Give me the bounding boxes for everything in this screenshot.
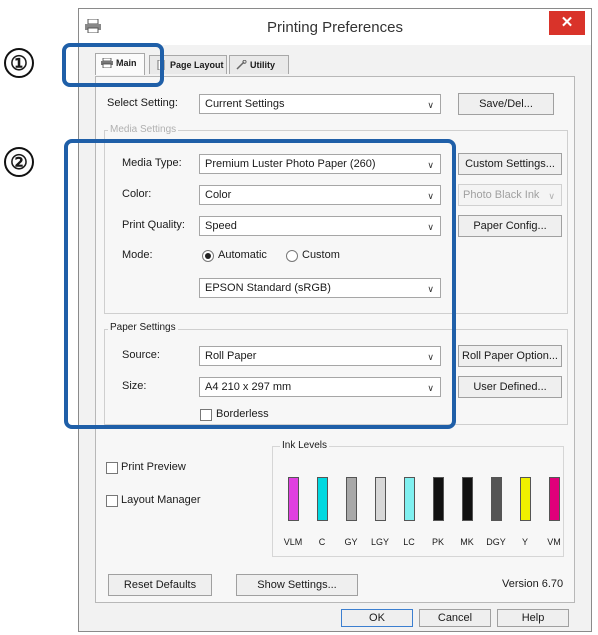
- ink-bar-c: [317, 477, 328, 521]
- cancel-button[interactable]: Cancel: [419, 609, 491, 627]
- window-title: Printing Preferences: [267, 19, 403, 36]
- version-text: Version 6.70: [502, 578, 564, 590]
- ink-bar-lgy: [375, 477, 386, 521]
- media-settings-label: Media Settings: [108, 124, 179, 135]
- show-settings-button[interactable]: Show Settings...: [236, 574, 358, 596]
- chevron-down-icon: ∨: [548, 191, 555, 201]
- print-preview-checkbox[interactable]: [106, 462, 118, 474]
- chevron-down-icon: ∨: [427, 100, 434, 110]
- ink-levels-title: Ink Levels: [280, 440, 330, 451]
- ink-label-vm: VM: [547, 537, 561, 547]
- ink-bar-y: [520, 477, 531, 521]
- title-bar: Printing Preferences ✕: [79, 9, 591, 45]
- select-setting-dropdown[interactable]: Current Settings ∨: [199, 94, 441, 114]
- paper-config-button[interactable]: Paper Config...: [458, 215, 562, 237]
- layout-manager-label: Layout Manager: [121, 494, 201, 506]
- ink-label-lgy: LGY: [370, 537, 389, 547]
- ok-button[interactable]: OK: [341, 609, 413, 627]
- layout-manager-checkbox[interactable]: [106, 495, 118, 507]
- tab-utility-label: Utility: [250, 60, 276, 70]
- ink-bar-lc: [404, 477, 415, 521]
- print-preview-label: Print Preview: [121, 461, 186, 473]
- user-defined-button[interactable]: User Defined...: [458, 376, 562, 398]
- main-tab-highlight: [62, 43, 164, 87]
- ink-label-y: Y: [521, 537, 528, 547]
- reset-defaults-button[interactable]: Reset Defaults: [108, 574, 212, 596]
- ink-label-pk: PK: [431, 537, 444, 547]
- select-setting-label: Select Setting:: [107, 97, 178, 109]
- callout-one-badge: ①: [4, 48, 34, 78]
- ink-label-c: C: [318, 537, 326, 547]
- settings-highlight: [64, 139, 456, 429]
- ink-bar-vlm: [288, 477, 299, 521]
- ink-bar-pk: [433, 477, 444, 521]
- ink-bar-dgy: [491, 477, 502, 521]
- tab-utility[interactable]: Utility: [229, 55, 289, 74]
- callout-two-badge: ②: [4, 147, 34, 177]
- ink-label-lc: LC: [403, 537, 415, 547]
- ink-bar-mk: [462, 477, 473, 521]
- wrench-icon: [236, 60, 247, 70]
- ink-bar-vm: [549, 477, 560, 521]
- tab-page-layout-label: Page Layout: [170, 60, 224, 70]
- custom-settings-button[interactable]: Custom Settings...: [458, 153, 562, 175]
- ink-label-dgy: DGY: [486, 537, 506, 547]
- ink-label-gy: GY: [344, 537, 358, 547]
- black-ink-value: Photo Black Ink: [463, 189, 540, 201]
- ink-bar-gy: [346, 477, 357, 521]
- help-button[interactable]: Help: [497, 609, 569, 627]
- roll-paper-option-button[interactable]: Roll Paper Option...: [458, 345, 562, 367]
- ink-label-vlm: VLM: [283, 537, 303, 547]
- ink-label-mk: MK: [460, 537, 474, 547]
- select-setting-value: Current Settings: [205, 98, 285, 110]
- close-button[interactable]: ✕: [549, 11, 585, 35]
- black-ink-dropdown: Photo Black Ink ∨: [458, 184, 562, 206]
- save-del-button[interactable]: Save/Del...: [458, 93, 554, 115]
